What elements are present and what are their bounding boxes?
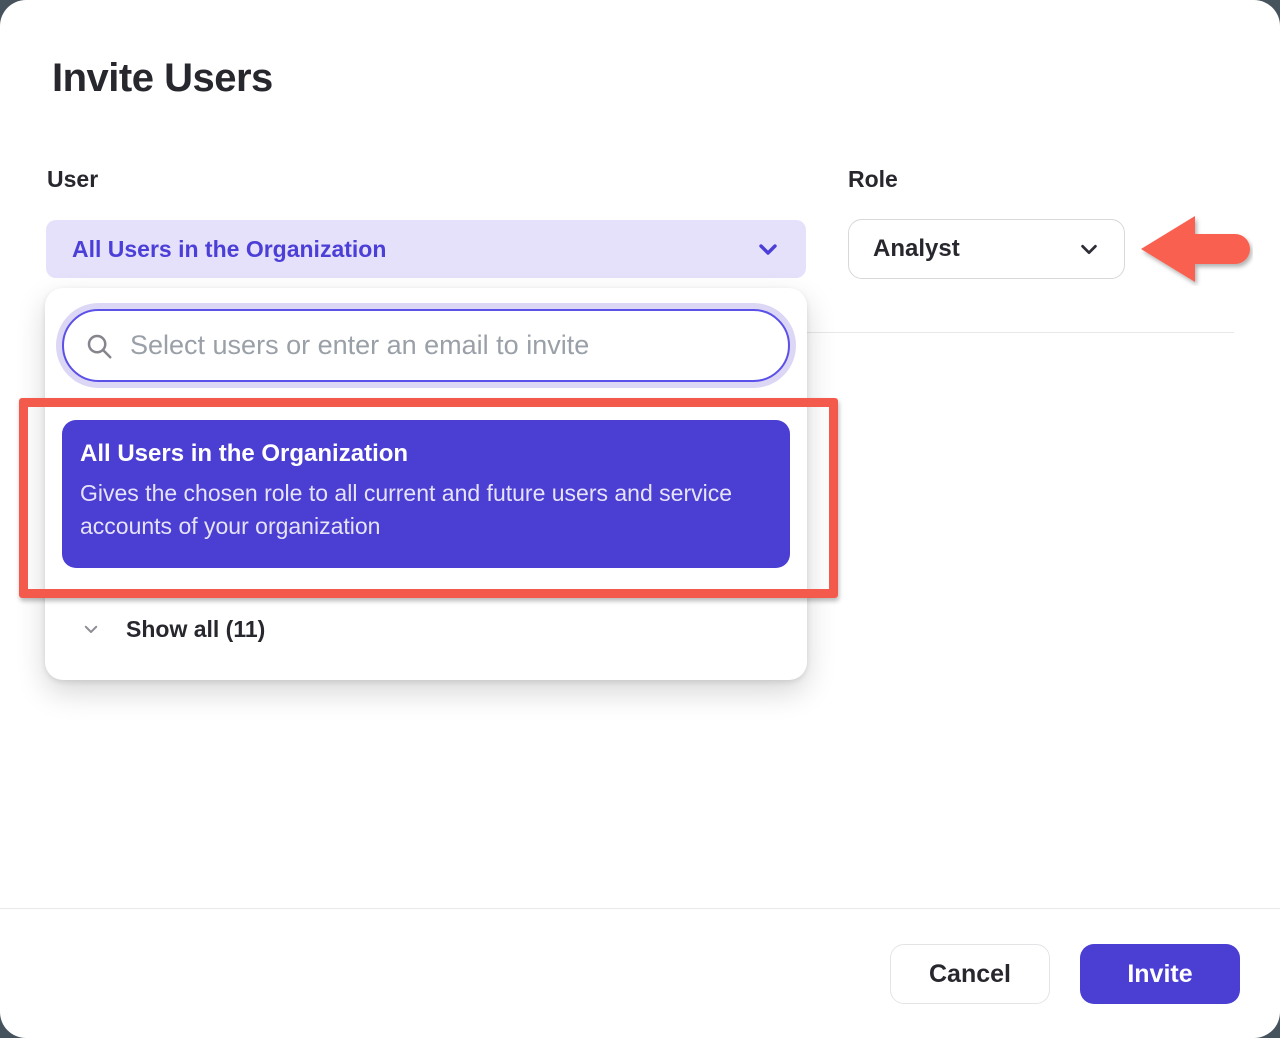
option-description: Gives the chosen role to all current and… bbox=[80, 477, 770, 543]
show-all-label: Show all (11) bbox=[126, 616, 265, 643]
search-icon bbox=[84, 331, 114, 361]
chevron-down-icon bbox=[756, 237, 780, 261]
user-select-value: All Users in the Organization bbox=[72, 236, 386, 263]
role-select-value: Analyst bbox=[873, 235, 960, 263]
user-search-input[interactable] bbox=[130, 330, 768, 361]
cancel-button[interactable]: Cancel bbox=[890, 944, 1050, 1004]
page-title: Invite Users bbox=[52, 56, 273, 101]
user-dropdown-panel: All Users in the Organization Gives the … bbox=[45, 288, 807, 680]
option-all-users[interactable]: All Users in the Organization Gives the … bbox=[62, 420, 790, 568]
user-search-box bbox=[62, 309, 790, 382]
footer-divider bbox=[0, 908, 1280, 909]
invite-button[interactable]: Invite bbox=[1080, 944, 1240, 1004]
role-field-label: Role bbox=[848, 166, 898, 193]
user-field-label: User bbox=[47, 166, 98, 193]
invite-users-modal: Invite Users User Role All Users in the … bbox=[0, 0, 1280, 1038]
show-all-toggle[interactable]: Show all (11) bbox=[45, 604, 807, 654]
chevron-down-icon bbox=[1078, 238, 1100, 260]
option-title: All Users in the Organization bbox=[80, 440, 772, 468]
form-divider bbox=[806, 332, 1234, 333]
role-select[interactable]: Analyst bbox=[848, 219, 1125, 279]
arrow-left-icon bbox=[1139, 212, 1253, 286]
chevron-down-icon bbox=[82, 620, 100, 638]
user-select[interactable]: All Users in the Organization bbox=[46, 220, 806, 278]
